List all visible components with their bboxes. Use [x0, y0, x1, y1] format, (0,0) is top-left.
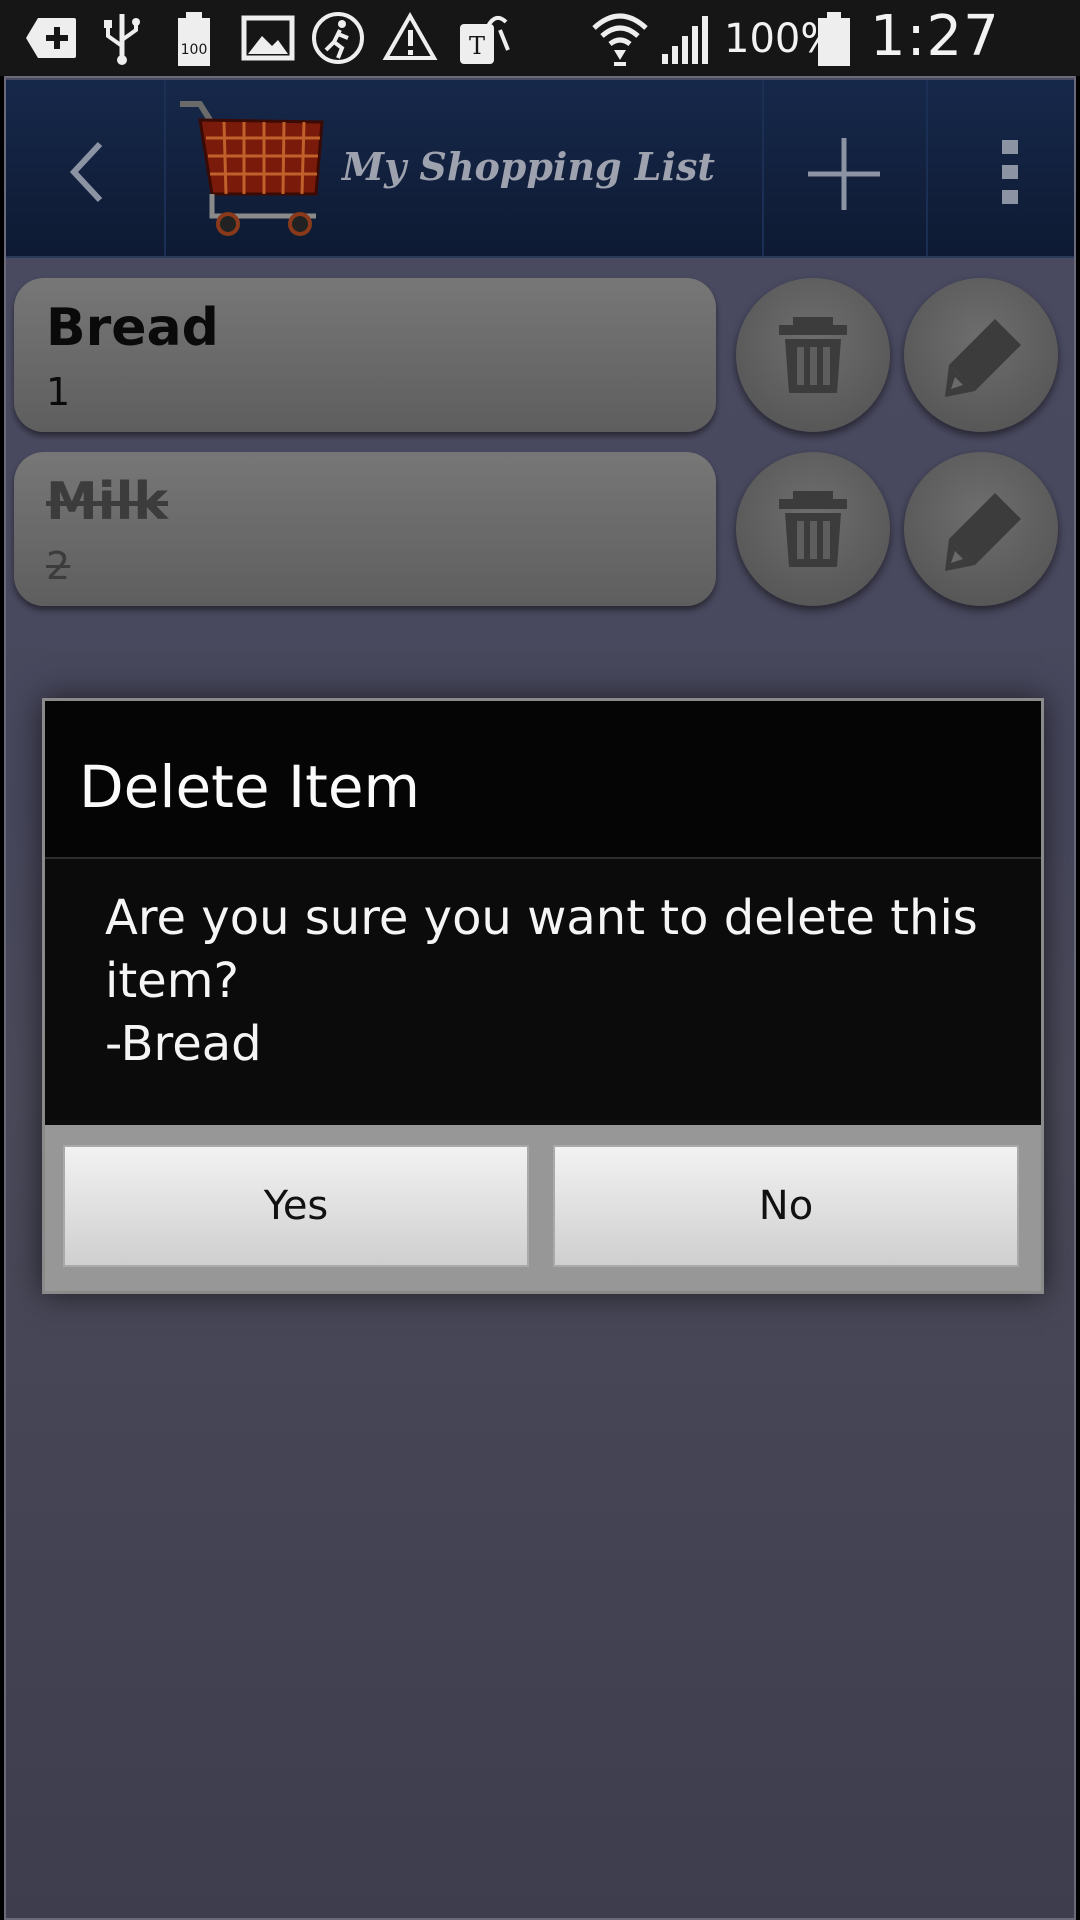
list-item[interactable]: Bread 1 — [14, 278, 716, 432]
add-icon[interactable] — [806, 136, 882, 212]
list-item[interactable]: Milk 2 — [14, 452, 716, 606]
edit-item-button[interactable] — [904, 452, 1058, 606]
dialog-body: Are you sure you want to delete this ite… — [45, 859, 1041, 1125]
signal-icon — [662, 16, 708, 64]
battery-100-icon: 100 — [178, 12, 210, 66]
item-name: Bread — [46, 298, 219, 358]
item-quantity: 1 — [46, 370, 71, 414]
dialog-header: Delete Item — [45, 701, 1041, 857]
running-icon — [312, 12, 364, 64]
shopping-cart-logo — [180, 101, 324, 236]
overflow-menu-icon[interactable] — [1000, 138, 1020, 206]
action-bar-separator — [926, 80, 928, 256]
t-mobile-icon: T — [460, 15, 510, 64]
dialog-title: Delete Item — [79, 753, 421, 821]
status-bar: 100 T 100% 1:27 AM — [0, 0, 1080, 134]
battery-icon — [818, 12, 850, 66]
item-name: Milk — [46, 472, 168, 532]
trash-icon — [779, 491, 847, 567]
no-button[interactable]: No — [553, 1145, 1019, 1267]
trash-icon — [779, 317, 847, 393]
delete-item-button[interactable] — [736, 278, 890, 432]
dialog-message-text: Are you sure you want to delete this ite… — [105, 890, 978, 1009]
add-box-icon — [26, 18, 76, 58]
item-quantity: 2 — [46, 544, 71, 588]
edit-item-button[interactable] — [904, 278, 1058, 432]
dialog-message-item: -Bread — [105, 1016, 262, 1072]
dialog-message: Are you sure you want to delete this ite… — [105, 887, 985, 1076]
app-title: My Shopping List — [342, 144, 715, 189]
delete-item-dialog: Delete Item Are you sure you want to del… — [42, 698, 1044, 1294]
wifi-icon — [592, 13, 648, 66]
svg-text:T: T — [469, 32, 485, 60]
warning-icon — [382, 11, 438, 60]
action-bar: My Shopping List — [6, 80, 1074, 258]
delete-item-button[interactable] — [736, 452, 890, 606]
usb-icon — [104, 14, 140, 65]
image-icon — [241, 15, 295, 61]
action-bar-separator — [762, 80, 764, 256]
pencil-icon — [945, 493, 1021, 571]
pencil-icon — [945, 319, 1021, 397]
action-bar-separator — [164, 80, 166, 256]
back-chevron-icon[interactable] — [66, 140, 106, 204]
yes-button[interactable]: Yes — [63, 1145, 529, 1267]
svg-text:100: 100 — [181, 42, 208, 58]
